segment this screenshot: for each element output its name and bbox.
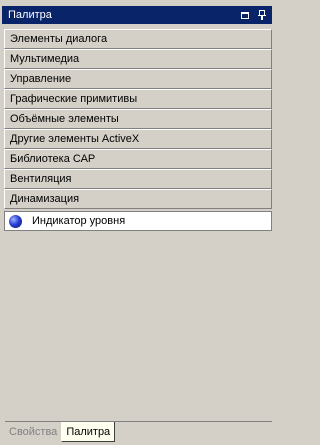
group-multimedia[interactable]: Мультимедиа xyxy=(4,49,272,69)
tab-label: Свойства xyxy=(9,426,58,438)
palette-item-label: Индикатор уровня xyxy=(32,215,126,227)
palette-groups: Элементы диалога Мультимедиа Управление … xyxy=(4,29,272,231)
group-label: Библиотека САР xyxy=(10,153,96,165)
panel-title: Палитра xyxy=(8,9,52,21)
group-label: Мультимедиа xyxy=(10,53,80,65)
group-sar-library[interactable]: Библиотека САР xyxy=(4,149,272,169)
palette-panel: Палитра Элементы диалога Мультимедиа Упр… xyxy=(0,0,274,445)
group-label: Объёмные элементы xyxy=(10,113,119,125)
group-label: Динамизация xyxy=(10,193,80,205)
panel-tabs: Свойства Палитра xyxy=(5,422,116,442)
palette-item-level-indicator[interactable]: Индикатор уровня xyxy=(4,211,272,231)
group-label: Вентиляция xyxy=(10,173,72,185)
tab-palette[interactable]: Палитра xyxy=(61,422,116,442)
pin-icon xyxy=(258,10,266,20)
tab-properties[interactable]: Свойства xyxy=(5,422,61,442)
group-ventilation[interactable]: Вентиляция xyxy=(4,169,272,189)
restore-icon xyxy=(241,11,249,19)
group-label: Элементы диалога xyxy=(10,33,108,45)
group-graphic-primitives[interactable]: Графические примитивы xyxy=(4,89,272,109)
panel-titlebar[interactable]: Палитра xyxy=(2,6,272,24)
group-label: Другие элементы ActiveX xyxy=(10,133,140,145)
group-dialog-elements[interactable]: Элементы диалога xyxy=(4,29,272,49)
group-label: Графические примитивы xyxy=(10,93,138,105)
group-label: Управление xyxy=(10,73,72,85)
restore-button[interactable] xyxy=(238,8,252,22)
blue-sphere-icon xyxy=(9,214,22,228)
group-controls[interactable]: Управление xyxy=(4,69,272,89)
group-dynamization[interactable]: Динамизация xyxy=(4,189,272,209)
pin-button[interactable] xyxy=(255,8,269,22)
group-other-activex[interactable]: Другие элементы ActiveX xyxy=(4,129,272,149)
group-3d-elements[interactable]: Объёмные элементы xyxy=(4,109,272,129)
tab-label: Палитра xyxy=(66,425,111,438)
